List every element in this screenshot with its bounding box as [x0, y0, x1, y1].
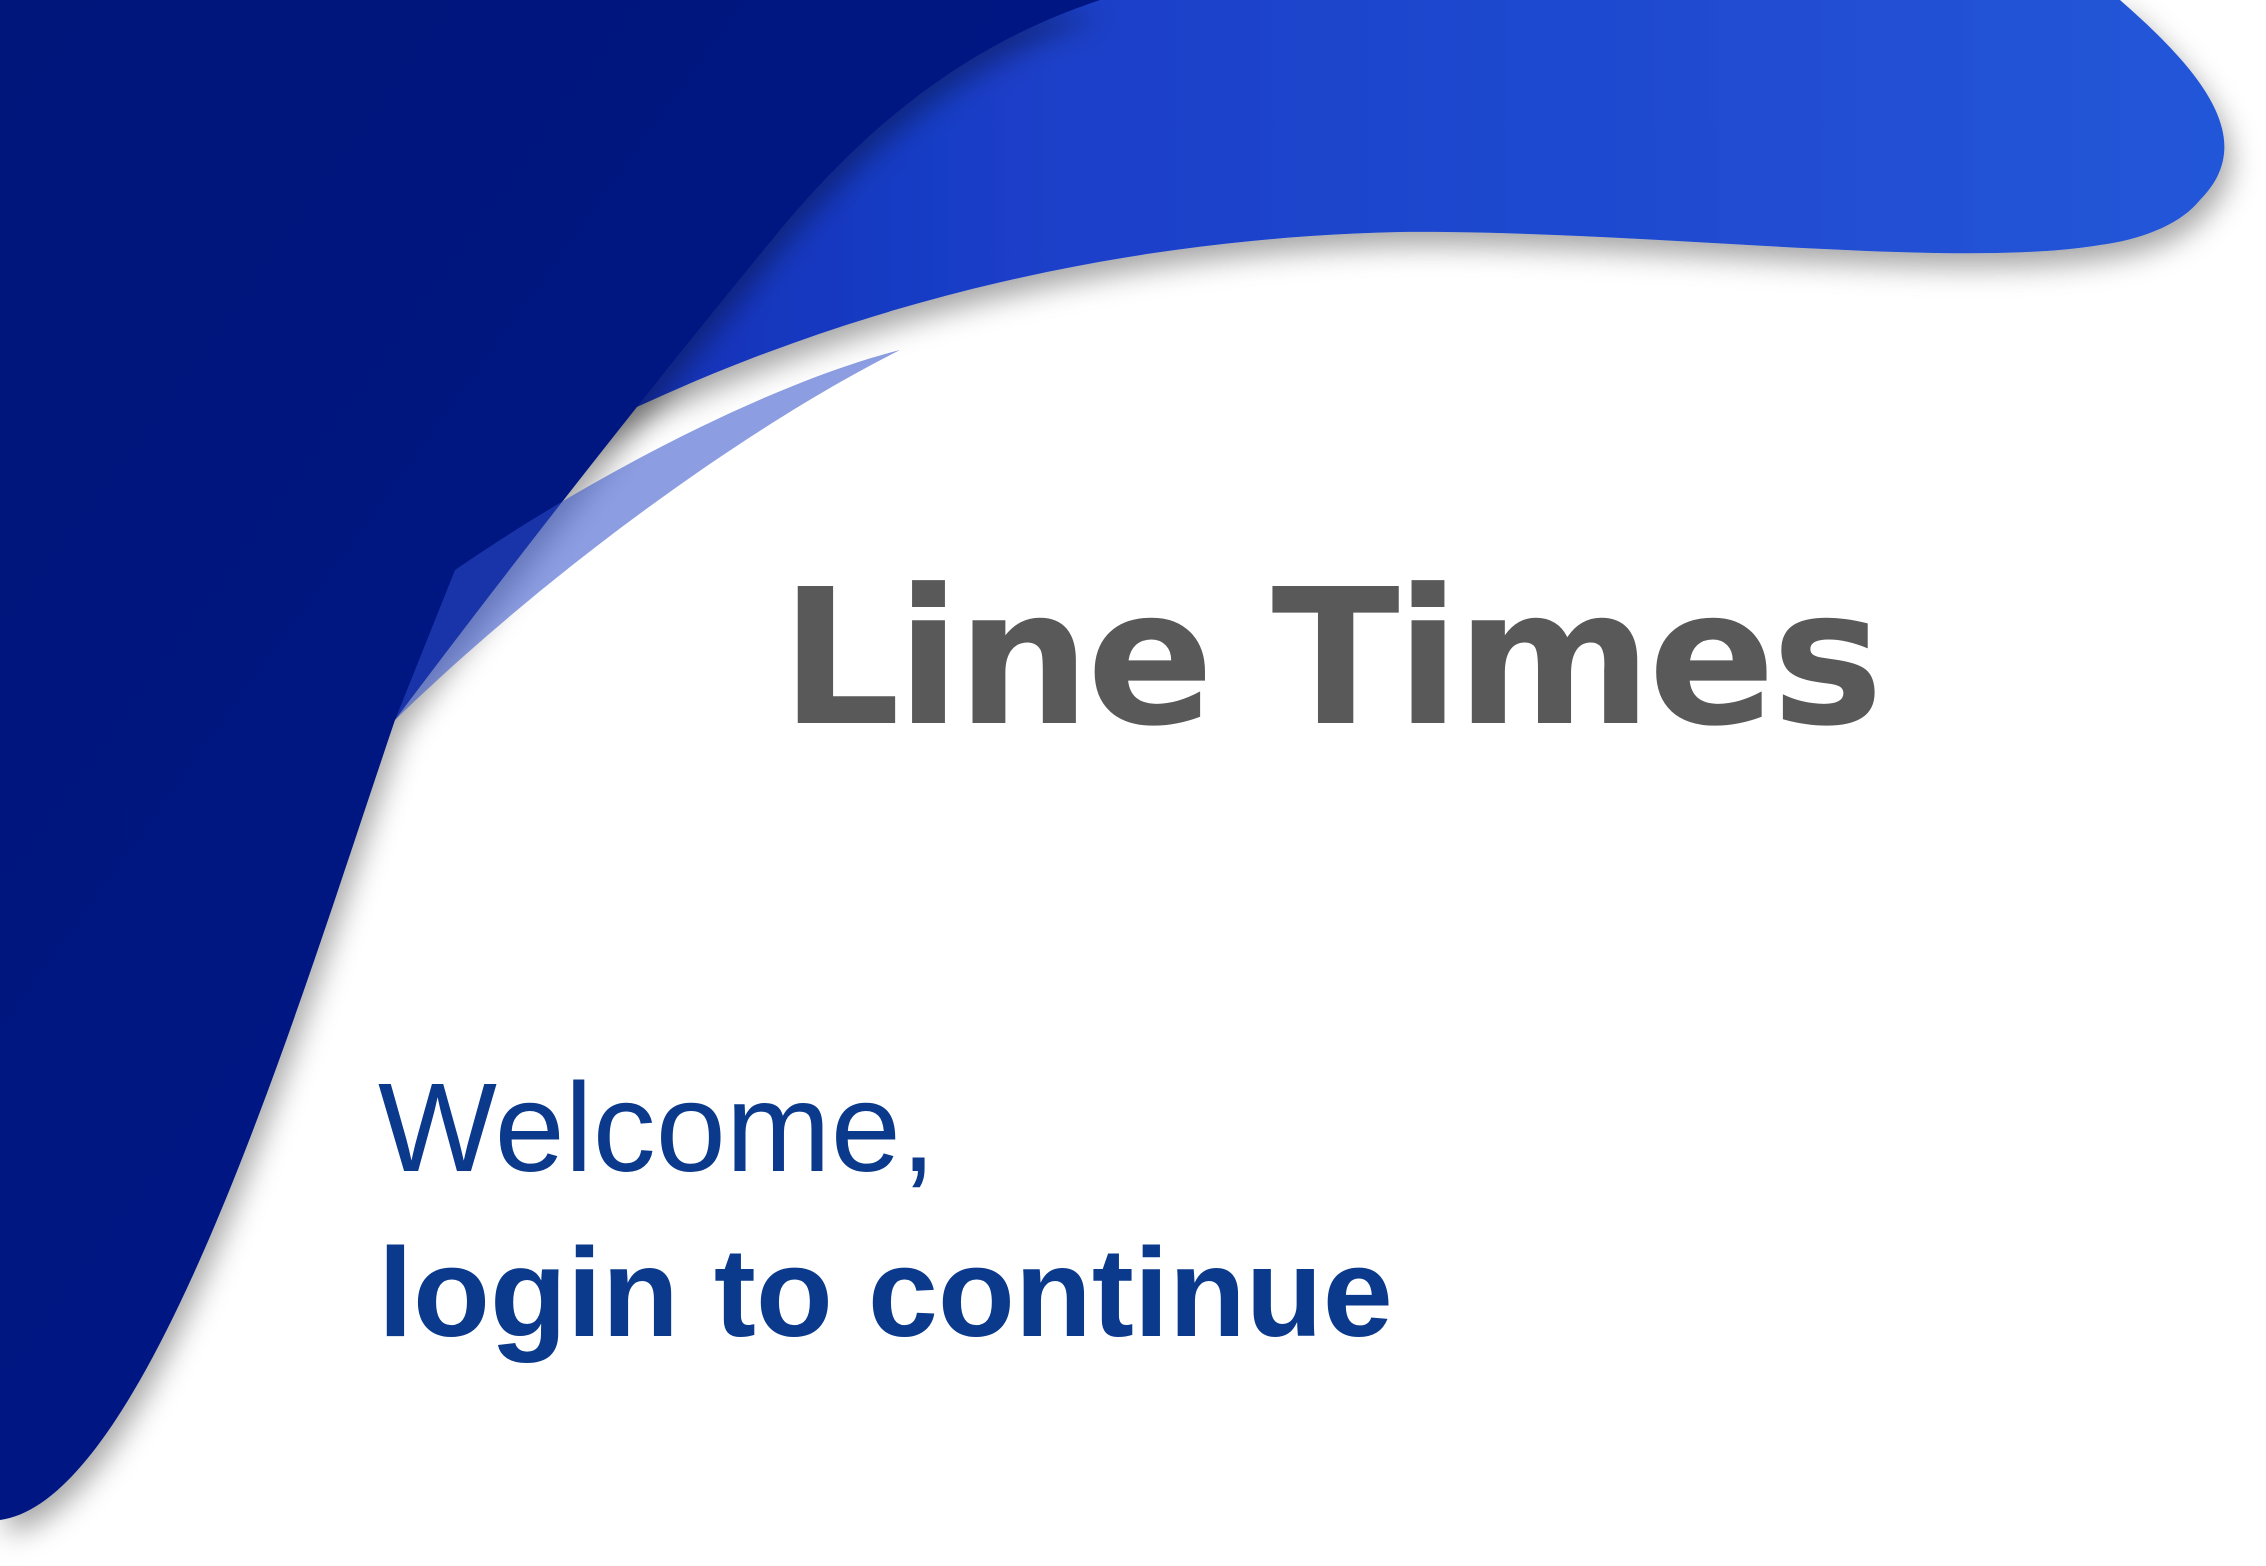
app-title: Line Times	[780, 549, 1883, 768]
login-splash-screen: Line Times Welcome, login to continue	[0, 0, 2266, 1566]
login-prompt-text: login to continue	[378, 1222, 1393, 1363]
welcome-heading: Welcome,	[378, 1057, 936, 1198]
